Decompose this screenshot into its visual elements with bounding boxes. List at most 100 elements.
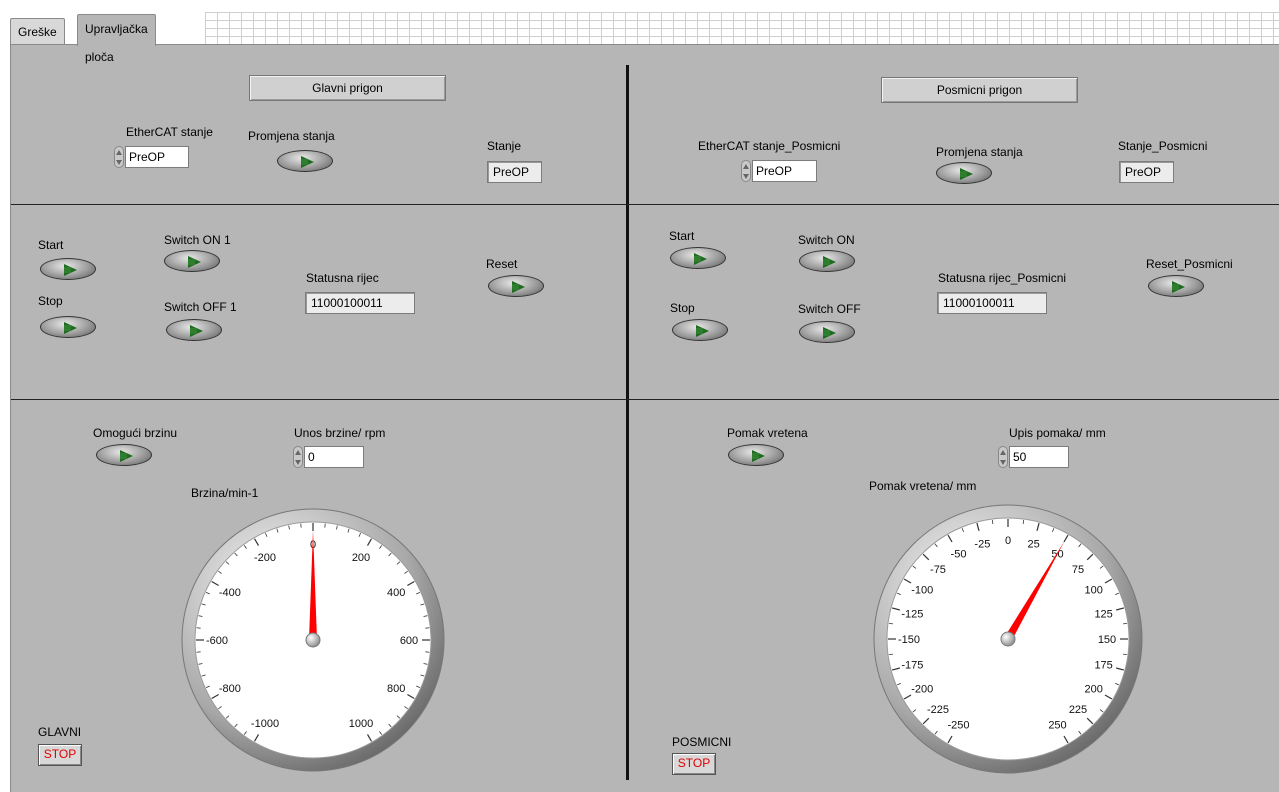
glavni-stanje-indicator: PreOP [487,161,542,183]
posmicni-upis-label: Upis pomaka/ mm [1009,426,1106,440]
posmicni-tick-label: -100 [911,585,933,597]
posmicni-stop-label: Stop [670,301,695,315]
tab-upravljacka-ploca[interactable]: Upravljačka ploča [77,14,156,46]
posmicni-minor-tick [1023,520,1024,524]
glavni-stop-caption: GLAVNI [38,725,81,739]
divider-middle [11,399,1279,400]
posmicni-tick-label: -25 [974,538,990,550]
glavni-unos-label: Unos brzine/ rpm [294,426,385,440]
posmicni-tick-label: -200 [911,684,933,696]
glavni-stop-toggle[interactable] [40,316,96,338]
glavni-stop-label: Stop [38,294,63,308]
posmicni-tick-label: 225 [1069,704,1087,716]
divider-top [11,204,1279,205]
glavni-unos-spinner[interactable] [293,446,303,468]
posmicni-promjena-toggle[interactable] [936,162,992,184]
led-icon [694,253,707,265]
posmicni-start-label: Start [669,229,694,243]
posmicni-pomak-gauge: -250-225-200-175-150-125-100-75-50-25025… [873,504,1143,774]
posmicni-gauge-title: Pomak vretena/ mm [869,479,976,493]
led-icon [960,168,973,180]
posmicni-stop-toggle[interactable] [672,319,728,341]
posmicni-tick-label: -75 [930,564,946,576]
glavni-statusna-label: Statusna rijec [306,271,379,285]
glavni-stop-button[interactable]: STOP [38,744,82,766]
glavni-tick-label: -400 [219,587,241,599]
posmicni-statusna-label: Statusna rijec_Posmicni [938,271,1066,285]
led-icon [823,256,836,268]
glavni-stanje-label: Stanje [487,139,521,153]
posmicni-stanje-indicator: PreOP [1119,161,1174,183]
posmicni-tick-label: -225 [927,704,949,716]
posmicni-stop-caption: POSMICNI [672,735,731,749]
glavni-promjena-label: Promjena stanja [248,129,335,143]
posmicni-minor-tick [1123,654,1127,655]
glavni-prigon-button[interactable]: Glavni prigon [249,75,446,101]
glavni-ethercat-spinner[interactable] [114,146,124,168]
glavni-tick-label: 1000 [349,718,373,730]
glavni-ethercat-label: EtherCAT stanje [126,125,213,139]
glavni-gauge-hub [306,633,320,647]
tab-strip-background [205,12,1279,44]
posmicni-minor-tick [992,520,993,524]
posmicni-tick-label: -125 [901,608,923,620]
glavni-omoguci-label: Omogući brzinu [93,426,177,440]
led-icon [64,264,77,276]
posmicni-pomak-label: Pomak vretena [727,426,808,440]
posmicni-switch-off-toggle[interactable] [799,321,855,343]
glavni-switch-on-label: Switch ON 1 [164,233,231,247]
posmicni-promjena-label: Promjena stanja [936,145,1023,159]
glavni-tick-label: 200 [352,552,370,564]
posmicni-ethercat-spinner[interactable] [741,160,751,182]
posmicni-reset-toggle[interactable] [1148,275,1204,297]
posmicni-tick-label: 125 [1094,608,1112,620]
glavni-start-label: Start [38,238,63,252]
posmicni-pomak-toggle[interactable] [728,444,784,466]
posmicni-tick-label: 175 [1094,660,1112,672]
posmicni-tick-label: 75 [1072,564,1084,576]
glavni-unos-input[interactable] [304,446,364,468]
posmicni-ethercat-label: EtherCAT stanje_Posmicni [698,139,840,153]
tab-greske[interactable]: Greške [10,18,65,45]
led-icon [823,327,836,339]
glavni-switch-on-toggle[interactable] [164,250,220,272]
glavni-promjena-toggle[interactable] [277,150,333,172]
control-panel: Glavni prigon EtherCAT stanje Promjena s… [10,44,1279,792]
posmicni-tick-label: -250 [947,720,969,732]
led-icon [512,281,525,293]
posmicni-tick-label: 250 [1048,720,1066,732]
glavni-switch-off-toggle[interactable] [166,319,222,341]
glavni-start-toggle[interactable] [40,258,96,280]
led-icon [120,450,133,462]
glavni-tick-label: 600 [400,635,418,647]
led-icon [752,450,765,462]
glavni-reset-toggle[interactable] [488,275,544,297]
glavni-reset-label: Reset [486,257,517,271]
posmicni-tick-label: 150 [1098,634,1116,646]
vertical-divider [626,65,629,780]
glavni-omoguci-toggle[interactable] [96,444,152,466]
led-icon [1172,281,1185,293]
posmicni-switch-on-toggle[interactable] [799,250,855,272]
posmicni-upis-spinner[interactable] [998,446,1008,468]
posmicni-stop-button[interactable]: STOP [672,753,716,775]
posmicni-tick-label: -150 [898,634,920,646]
posmicni-statusna-indicator: 11000100011 [937,292,1047,314]
posmicni-switch-off-label: Switch OFF [798,302,861,316]
posmicni-stanje-label: Stanje_Posmicni [1118,139,1207,153]
glavni-tick-label: 800 [387,683,405,695]
posmicni-upis-input[interactable] [1009,446,1069,468]
posmicni-gauge-hub [1001,632,1015,646]
posmicni-ethercat-input[interactable] [752,160,817,182]
posmicni-minor-tick [889,654,893,655]
led-icon [190,325,203,337]
posmicni-tick-label: 200 [1085,684,1103,696]
glavni-ethercat-input[interactable] [125,146,189,168]
posmicni-prigon-button[interactable]: Posmicni prigon [881,77,1078,103]
posmicni-start-toggle[interactable] [670,247,726,269]
posmicni-switch-on-label: Switch ON [798,233,855,247]
posmicni-reset-label: Reset_Posmicni [1146,257,1233,271]
posmicni-minor-tick [889,623,893,624]
glavni-tick-label: -1000 [251,718,279,730]
posmicni-tick-label: 100 [1085,585,1103,597]
